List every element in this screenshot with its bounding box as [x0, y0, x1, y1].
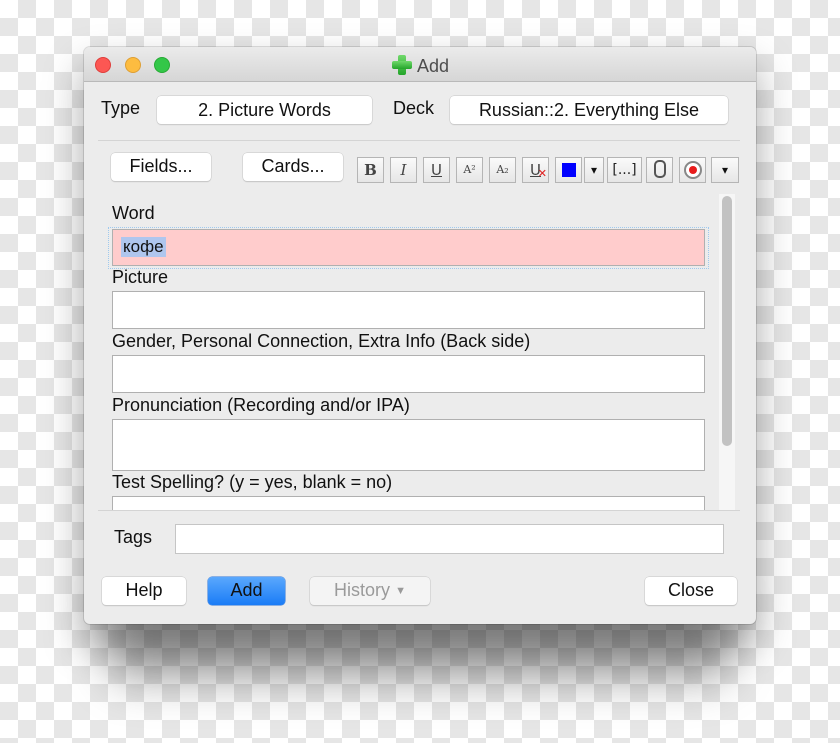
tags-label: Tags: [114, 527, 153, 547]
text-color-button[interactable]: [555, 157, 582, 183]
deck-selector[interactable]: Russian::2. Everything Else: [450, 96, 728, 124]
bold-icon: B: [364, 161, 377, 179]
color-dropdown-button[interactable]: ▾: [584, 157, 604, 183]
help-button[interactable]: Help: [102, 577, 186, 605]
history-button-label: History: [334, 580, 391, 600]
picture-field[interactable]: [112, 291, 705, 329]
subscript-icon: A₂: [496, 163, 509, 176]
header-divider: [98, 140, 740, 141]
more-options-button[interactable]: ▾: [711, 157, 739, 183]
red-x-icon: ✕: [537, 167, 547, 180]
tags-input[interactable]: [175, 524, 724, 554]
superscript-button[interactable]: A²: [456, 157, 483, 183]
add-dialog: Add Type 2. Picture Words Deck Russian::…: [84, 47, 756, 624]
record-icon: [683, 161, 702, 179]
underline-icon: U: [431, 161, 442, 179]
word-field-value: кофе: [121, 237, 166, 257]
fields-button[interactable]: Fields...: [111, 153, 211, 181]
bold-button[interactable]: B: [357, 157, 384, 183]
editor-divider: [98, 510, 740, 511]
cloze-button[interactable]: [...]: [607, 157, 642, 183]
field-label-extra-info: Gender, Personal Connection, Extra Info …: [112, 331, 531, 351]
extra-info-field[interactable]: [112, 355, 705, 393]
chevron-down-icon: ▼: [395, 585, 406, 597]
history-button[interactable]: History ▼: [310, 577, 430, 605]
window-title-text: Add: [416, 56, 450, 76]
deck-label: Deck: [393, 98, 435, 118]
test-spelling-field[interactable]: [112, 496, 705, 510]
chevron-down-icon: ▾: [590, 163, 598, 177]
paperclip-icon: [653, 160, 666, 178]
cloze-icon: [...]: [612, 162, 637, 178]
field-label-test-spelling: Test Spelling? (y = yes, blank = no): [112, 472, 393, 492]
title-bar[interactable]: Add: [84, 47, 756, 82]
cards-button[interactable]: Cards...: [243, 153, 343, 181]
chevron-down-icon: ▾: [721, 163, 729, 177]
close-button[interactable]: Close: [645, 577, 737, 605]
word-field[interactable]: кофе: [112, 229, 705, 266]
field-label-word: Word: [112, 203, 155, 223]
field-label-picture: Picture: [112, 267, 169, 287]
attach-button[interactable]: [646, 157, 673, 183]
editor-scrollbar-thumb[interactable]: [722, 196, 732, 446]
green-plus-icon: [391, 54, 413, 76]
italic-button[interactable]: I: [390, 157, 417, 183]
pronunciation-field[interactable]: [112, 419, 705, 471]
italic-icon: I: [400, 161, 407, 179]
window-title: Add: [84, 54, 756, 77]
field-label-pronunciation: Pronunciation (Recording and/or IPA): [112, 395, 410, 415]
subscript-button[interactable]: A₂: [489, 157, 516, 183]
add-button[interactable]: Add: [208, 577, 285, 605]
clear-formatting-button[interactable]: U ✕: [522, 157, 549, 183]
color-swatch-icon: [561, 163, 576, 177]
superscript-icon: A²: [463, 163, 476, 176]
type-label: Type: [101, 98, 141, 118]
underline-button[interactable]: U: [423, 157, 450, 183]
record-button[interactable]: [679, 157, 706, 183]
note-type-selector[interactable]: 2. Picture Words: [157, 96, 372, 124]
